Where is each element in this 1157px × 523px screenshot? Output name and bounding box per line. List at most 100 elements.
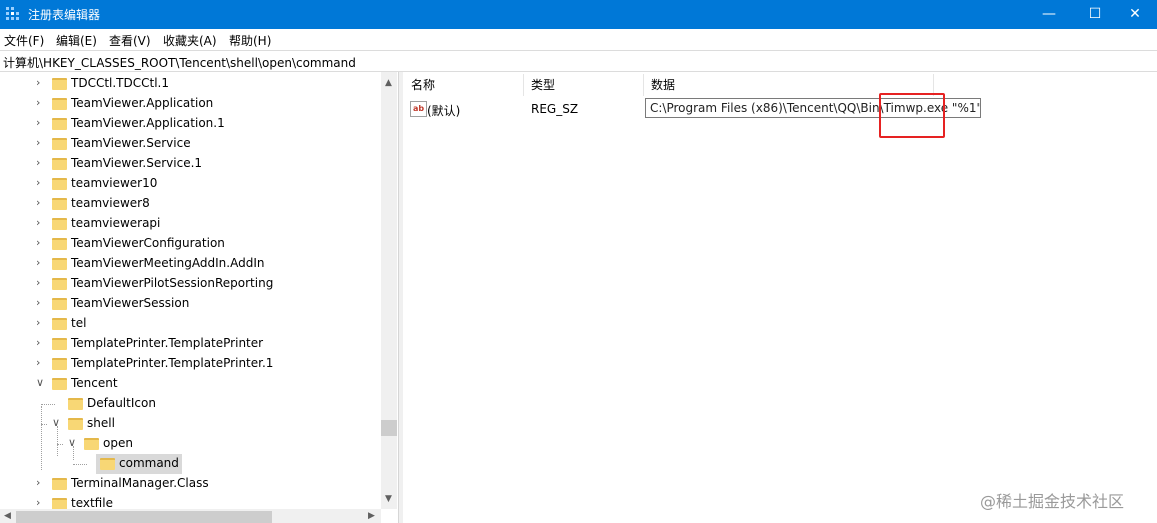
regedit-app-icon <box>6 7 19 20</box>
values-pane: 名称 类型 数据 ab (默认) REG_SZ C:\Program Files… <box>403 72 1157 523</box>
chevron-right-icon[interactable]: › <box>36 177 46 189</box>
chevron-right-icon[interactable]: › <box>36 77 46 89</box>
tree-node-teamviewer-service-1[interactable]: › TeamViewer.Service.1 <box>0 154 380 174</box>
tree-guide-line <box>73 446 74 460</box>
column-separator[interactable] <box>643 74 644 96</box>
tree-node-label[interactable]: textfile <box>71 496 113 510</box>
tree-node-label[interactable]: open <box>103 436 133 450</box>
tree-node-label[interactable]: TeamViewer.Service <box>71 136 191 150</box>
chevron-down-icon[interactable]: ∨ <box>36 377 46 389</box>
tree-node-templateprinter-templateprinter[interactable]: › TemplatePrinter.TemplatePrinter <box>0 334 380 354</box>
tree-node-label[interactable]: TeamViewerPilotSessionReporting <box>71 276 273 290</box>
tree-node-label[interactable]: TerminalManager.Class <box>71 476 209 490</box>
chevron-right-icon[interactable]: › <box>36 497 46 509</box>
tree-node-label[interactable]: teamviewerapi <box>71 216 160 230</box>
tree-node-teamviewer8[interactable]: › teamviewer8 <box>0 194 380 214</box>
menu-file[interactable]: 文件(F) <box>4 32 44 49</box>
chevron-right-icon[interactable]: › <box>36 257 46 269</box>
scroll-up-arrow-icon[interactable]: ▲ <box>385 78 392 88</box>
address-bar[interactable]: 计算机\HKEY_CLASSES_ROOT\Tencent\shell\open… <box>0 50 1157 72</box>
tree-horizontal-scroll-thumb[interactable] <box>16 511 272 523</box>
scroll-down-arrow-icon[interactable]: ▼ <box>385 494 392 504</box>
tree-node-teamviewer-application-1[interactable]: › TeamViewer.Application.1 <box>0 114 380 134</box>
folder-icon <box>52 318 67 330</box>
menu-view[interactable]: 查看(V) <box>109 32 151 49</box>
folder-icon <box>84 438 99 450</box>
chevron-right-icon[interactable]: › <box>36 137 46 149</box>
value-type: REG_SZ <box>531 102 579 116</box>
tree-node-tel[interactable]: › tel <box>0 314 380 334</box>
folder-icon <box>52 278 67 290</box>
tree-node-label[interactable]: tel <box>71 316 86 330</box>
tree-node-label[interactable]: TeamViewerConfiguration <box>71 236 225 250</box>
scroll-left-arrow-icon[interactable]: ◀ <box>4 511 11 521</box>
tree-node-label[interactable]: TemplatePrinter.TemplatePrinter.1 <box>71 356 273 370</box>
folder-icon <box>52 178 67 190</box>
tree-node-label[interactable]: TeamViewer.Service.1 <box>71 156 202 170</box>
tree-node-terminalmanager-class[interactable]: › TerminalManager.Class <box>0 474 380 494</box>
chevron-right-icon[interactable]: › <box>36 217 46 229</box>
minimize-button[interactable]: — <box>1026 0 1072 29</box>
tree-node-label[interactable]: TemplatePrinter.TemplatePrinter <box>71 336 263 350</box>
tree-node-label[interactable]: TDCCtl.TDCCtl.1 <box>71 76 169 90</box>
chevron-right-icon[interactable]: › <box>36 337 46 349</box>
tree-node-label[interactable]: TeamViewer.Application <box>71 96 213 110</box>
tree-guide-line <box>41 406 42 470</box>
tree-node-teamviewer10[interactable]: › teamviewer10 <box>0 174 380 194</box>
chevron-right-icon[interactable]: › <box>36 297 46 309</box>
tree-node-teamviewerpilotsessionreporting[interactable]: › TeamViewerPilotSessionReporting <box>0 274 380 294</box>
tree-node-label[interactable]: DefaultIcon <box>87 396 156 410</box>
scroll-right-arrow-icon[interactable]: ▶ <box>368 511 375 521</box>
tree-node-label[interactable]: TeamViewer.Application.1 <box>71 116 225 130</box>
column-header-data[interactable]: 数据 <box>651 76 675 93</box>
chevron-right-icon[interactable]: › <box>36 357 46 369</box>
tree-node-teamviewermeetingaddin-addin[interactable]: › TeamViewerMeetingAddIn.AddIn <box>0 254 380 274</box>
menu-edit[interactable]: 编辑(E) <box>56 32 97 49</box>
tree-node-command[interactable]: command <box>0 454 380 474</box>
tree-node-teamviewer-service[interactable]: › TeamViewer.Service <box>0 134 380 154</box>
close-button[interactable]: ✕ <box>1112 0 1157 29</box>
tree-node-label[interactable]: teamviewer8 <box>71 196 150 210</box>
address-path[interactable]: 计算机\HKEY_CLASSES_ROOT\Tencent\shell\open… <box>3 54 356 71</box>
value-name[interactable]: (默认) <box>427 102 460 119</box>
menu-favorites[interactable]: 收藏夹(A) <box>163 32 217 49</box>
chevron-right-icon[interactable]: › <box>36 157 46 169</box>
folder-icon <box>52 298 67 310</box>
folder-icon <box>52 478 67 490</box>
folder-icon <box>52 238 67 250</box>
tree-node-label[interactable]: teamviewer10 <box>71 176 157 190</box>
chevron-right-icon[interactable]: › <box>36 97 46 109</box>
tree-vertical-scrollbar[interactable] <box>381 72 397 509</box>
tree-node-teamviewer-application[interactable]: › TeamViewer.Application <box>0 94 380 114</box>
chevron-right-icon[interactable]: › <box>36 117 46 129</box>
tree-node-teamviewersession[interactable]: › TeamViewerSession <box>0 294 380 314</box>
column-header-type[interactable]: 类型 <box>531 76 555 93</box>
chevron-right-icon[interactable]: › <box>36 277 46 289</box>
tree-node-teamviewerapi[interactable]: › teamviewerapi <box>0 214 380 234</box>
folder-icon <box>100 458 115 470</box>
column-separator[interactable] <box>523 74 524 96</box>
column-header-name[interactable]: 名称 <box>411 76 435 93</box>
tree-node-teamviewerconfiguration[interactable]: › TeamViewerConfiguration <box>0 234 380 254</box>
tree-node-label[interactable]: TeamViewerMeetingAddIn.AddIn <box>71 256 264 270</box>
chevron-right-icon[interactable]: › <box>36 197 46 209</box>
chevron-right-icon[interactable]: › <box>36 317 46 329</box>
tree-connector-line <box>73 464 87 465</box>
key-tree: › TDCCtl.TDCCtl.1 › TeamViewer.Application ›… <box>0 72 398 523</box>
window-title: 注册表编辑器 <box>28 8 101 22</box>
tree-node-templateprinter-templateprinter-1[interactable]: › TemplatePrinter.TemplatePrinter.1 <box>0 354 380 374</box>
menu-help[interactable]: 帮助(H) <box>229 32 271 49</box>
tree-node-defaulticon[interactable]: DefaultIcon <box>0 394 380 414</box>
tree-node-label[interactable]: TeamViewerSession <box>71 296 189 310</box>
tree-node-label[interactable]: shell <box>87 416 115 430</box>
tree-node-label[interactable]: command <box>119 456 179 470</box>
tree-node-tdcctl-tdcctl-1[interactable]: › TDCCtl.TDCCtl.1 <box>0 74 380 94</box>
tree-node-label[interactable]: Tencent <box>71 376 118 390</box>
chevron-right-icon[interactable]: › <box>36 477 46 489</box>
tree-vertical-scroll-thumb[interactable] <box>381 420 397 436</box>
folder-icon <box>52 78 67 90</box>
annotation-highlight-box <box>879 93 945 138</box>
chevron-right-icon[interactable]: › <box>36 237 46 249</box>
watermark-text: @稀土掘金技术社区 <box>980 492 1125 511</box>
tree-node-tencent[interactable]: ∨ Tencent <box>0 374 380 394</box>
